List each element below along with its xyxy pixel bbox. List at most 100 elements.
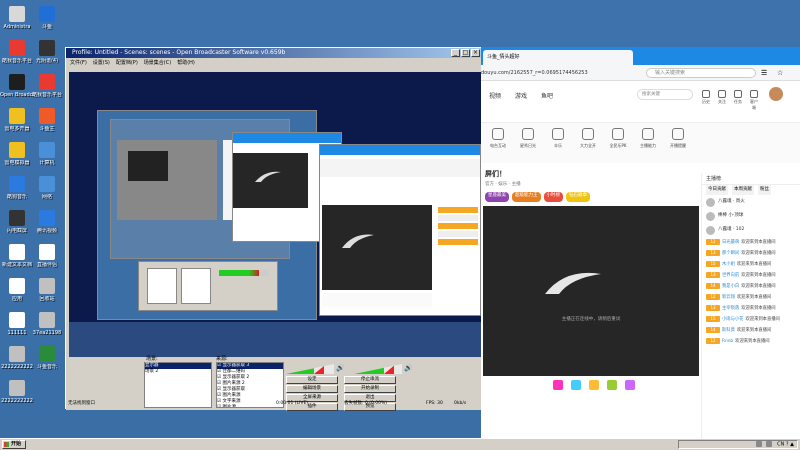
browser-tab[interactable]: 斗鱼_情头超好: [483, 50, 633, 65]
scene-item[interactable]: 场景 2: [145, 369, 211, 375]
chat-username[interactable]: 新云翔: [722, 295, 735, 300]
menu-icon[interactable]: ☰: [761, 65, 767, 81]
chat-username[interactable]: 小雨与小花: [722, 317, 743, 322]
chat-username[interactable]: 木小姐: [722, 262, 735, 267]
nav-video[interactable]: 视频: [489, 91, 501, 100]
desktop-icon[interactable]: 雷电多开器: [0, 108, 34, 132]
menu-profile[interactable]: 配置档(P): [116, 58, 138, 68]
start-recording-button[interactable]: 开始录制: [344, 385, 396, 393]
menu-file[interactable]: 文件(F): [70, 58, 87, 68]
chat-username[interactable]: 主宰陨落: [722, 306, 739, 311]
settings-button[interactable]: 设定: [286, 376, 338, 384]
menu-settings[interactable]: 设置(S): [93, 58, 110, 68]
desktop-icon[interactable]: Administra: [0, 6, 34, 30]
desktop-icon[interactable]: 37ea21198: [30, 312, 64, 336]
gift-icon[interactable]: [625, 380, 635, 390]
edit-scene-button[interactable]: 编辑场景: [286, 385, 338, 393]
gift-icon[interactable]: [589, 380, 599, 390]
client-icon[interactable]: 客户端: [749, 90, 759, 111]
rank-list: 八露魂 · 周火 棒棒 小·顶球 八露魂 · 102: [702, 195, 800, 237]
chat-username[interactable]: 世界向前: [722, 273, 739, 278]
volume-icon[interactable]: [766, 441, 773, 447]
site-search-input[interactable]: 搜索关键: [637, 89, 693, 100]
nav-yuba[interactable]: 鱼吧: [541, 91, 553, 100]
mic-volume-meter[interactable]: [354, 364, 402, 374]
desktop-icon[interactable]: 直播伴侣: [30, 244, 64, 268]
category-item[interactable]: 开播提醒: [665, 128, 691, 149]
menu-help[interactable]: 帮助(H): [177, 58, 195, 68]
desktop-volume-meter[interactable]: [286, 364, 334, 374]
room-tag[interactable]: 小时榜: [543, 192, 563, 202]
tab-week[interactable]: 本周贡献: [732, 185, 754, 195]
close-button[interactable]: ×: [471, 49, 480, 57]
tab-fans[interactable]: 粉丝: [758, 185, 771, 195]
desktop-icon[interactable]: 闪电截屏: [0, 210, 34, 234]
start-button[interactable]: 开始: [2, 440, 26, 449]
video-player[interactable]: 主播正在连线中，请稍后重试: [483, 206, 699, 376]
desktop-icon[interactable]: 网络: [30, 176, 64, 200]
gift-icon[interactable]: [571, 380, 581, 390]
category-item[interactable]: 星秀日光: [515, 128, 541, 149]
history-icon[interactable]: 历史: [701, 90, 711, 105]
desktop-icon[interactable]: Open Broadcaster: [0, 74, 34, 98]
follow-icon[interactable]: 关注: [717, 90, 727, 105]
room-tag[interactable]: 超级能力王: [512, 192, 541, 202]
task-icon[interactable]: 任务: [733, 90, 743, 105]
obs-titlebar[interactable]: Profile: Untitled - Scenes: scenes - Ope…: [66, 48, 482, 58]
chat-message: 13 世界向前 欢迎来到本直播间: [702, 270, 800, 281]
category-label: 丰乐: [554, 143, 562, 148]
gift-icon[interactable]: [607, 380, 617, 390]
desktop-icon[interactable]: 酷我音乐平台: [0, 40, 34, 64]
stop-stream-button[interactable]: 停止串流: [344, 376, 396, 384]
avatar[interactable]: [769, 87, 783, 101]
tab-today[interactable]: 今日贡献: [706, 185, 728, 195]
rank-row[interactable]: 八露魂 · 周火: [702, 195, 800, 209]
desktop-icon[interactable]: 新建文本文档: [0, 244, 34, 268]
desktop-icon[interactable]: 斗鱼: [30, 6, 64, 30]
desktop-icon[interactable]: 2222222222: [0, 380, 34, 404]
maximize-button[interactable]: □: [461, 49, 470, 57]
nested-obs-lower: [138, 261, 278, 311]
rank-row[interactable]: 棒棒 小·顶球: [702, 209, 800, 223]
app-icon: [39, 176, 55, 192]
desktop-icon[interactable]: 斗鱼主: [30, 108, 64, 132]
address-bar[interactable]: douyu.com/2162557_r=0.0695174456253: [481, 68, 636, 78]
category-item[interactable]: 主播能力: [635, 128, 661, 149]
chat-username[interactable]: 那个瞬间: [722, 251, 739, 256]
room-tag[interactable]: 星座最美: [485, 192, 509, 202]
desktop-icon[interactable]: 111111: [0, 312, 34, 336]
desktop-icon[interactable]: 回收站: [30, 278, 64, 302]
browser-search-input[interactable]: 输入关键搜索: [646, 68, 756, 78]
obs-preview[interactable]: [69, 72, 481, 357]
chat-username[interactable]: Rnnb: [722, 339, 733, 344]
chat-message: 14 斯科莫 欢迎来到本直播间: [702, 325, 800, 336]
rank-row[interactable]: 八露魂 · 102: [702, 223, 800, 237]
nav-games[interactable]: 游戏: [515, 91, 527, 100]
category-item[interactable]: 大力全开: [575, 128, 601, 149]
network-icon[interactable]: [755, 441, 762, 447]
category-item[interactable]: 丰乐: [545, 128, 571, 149]
desktop-icon[interactable]: 腾讯视频: [30, 210, 64, 234]
speaker-icon[interactable]: 🔊: [336, 364, 345, 372]
menu-scene-collection[interactable]: 场景集合(C): [144, 58, 171, 68]
browser-window[interactable]: 斗鱼_情头超好 douyu.com/2162557_r=0.0695174456…: [481, 47, 800, 438]
desktop-icon[interactable]: 酷我音乐平台: [30, 74, 64, 98]
desktop-icon[interactable]: 光阴谱(4): [30, 40, 64, 64]
room-tag[interactable]: 钻石徽章: [566, 192, 590, 202]
microphone-icon[interactable]: 🔊: [404, 364, 413, 372]
star-icon[interactable]: ☆: [777, 65, 783, 81]
desktop-icon[interactable]: 斗鱼音乐: [30, 346, 64, 370]
chat-username[interactable]: 日光最萌: [722, 240, 739, 245]
desktop-icon[interactable]: 计算机: [30, 142, 64, 166]
desktop-icon[interactable]: 酷狗音乐: [0, 176, 34, 200]
minimize-button[interactable]: _: [451, 49, 460, 57]
desktop-icon[interactable]: 雷电模拟器: [0, 142, 34, 166]
desktop-icon[interactable]: 2222222222: [0, 346, 34, 370]
desktop-icon[interactable]: 应用: [0, 278, 34, 302]
gift-icon[interactable]: [553, 380, 563, 390]
category-item[interactable]: 全民乐PK: [605, 128, 631, 149]
chat-username[interactable]: 斯科莫: [722, 328, 735, 333]
obs-window[interactable]: Profile: Untitled - Scenes: scenes - Ope…: [65, 47, 483, 411]
category-item[interactable]: 电台互动: [485, 128, 511, 149]
chat-username[interactable]: 我是小白: [722, 284, 739, 289]
